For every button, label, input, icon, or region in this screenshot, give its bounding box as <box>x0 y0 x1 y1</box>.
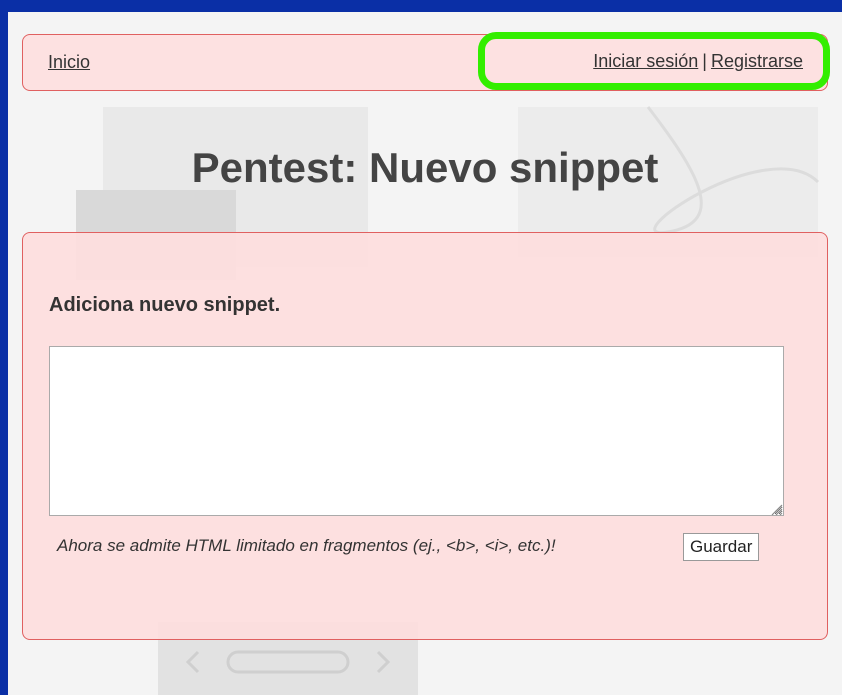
top-navigation: Inicio Iniciar sesión | Registrarse <box>22 32 830 91</box>
html-support-hint: Ahora se admite HTML limitado en fragmen… <box>57 536 556 555</box>
login-link[interactable]: Iniciar sesión <box>593 51 698 72</box>
resize-grip-icon[interactable] <box>769 502 783 516</box>
form-heading: Adiciona nuevo snippet. <box>49 294 281 316</box>
snippet-textarea[interactable] <box>49 346 784 516</box>
nav-separator: | <box>702 50 707 71</box>
new-snippet-panel: Adiciona nuevo snippet. Ahora se admite … <box>22 232 828 640</box>
browser-viewport: Inicio Iniciar sesión | Registrarse Pent… <box>8 12 842 695</box>
home-link[interactable]: Inicio <box>48 52 90 73</box>
auth-links-highlight: Iniciar sesión | Registrarse <box>478 32 830 90</box>
page-title: Pentest: Nuevo snippet <box>191 144 659 191</box>
register-link[interactable]: Registrarse <box>711 51 803 72</box>
save-button[interactable]: Guardar <box>683 533 760 561</box>
